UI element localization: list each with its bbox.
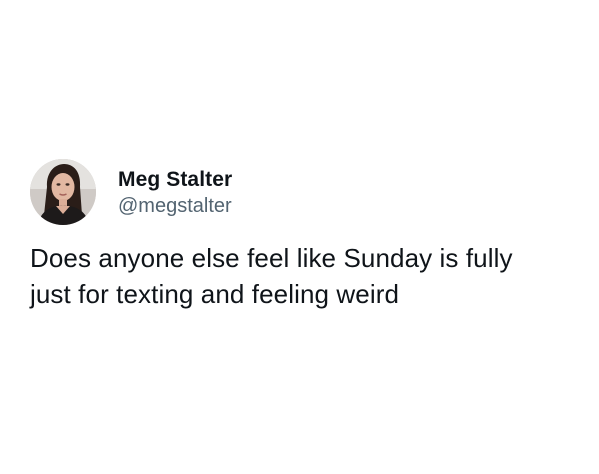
tweet-card: Meg Stalter @megstalter Does anyone else…	[30, 158, 575, 312]
author-display-name[interactable]: Meg Stalter	[118, 167, 232, 192]
profile-photo-icon	[30, 159, 96, 225]
tweet-text: Does anyone else feel like Sunday is ful…	[30, 243, 513, 309]
author-handle[interactable]: @megstalter	[118, 194, 232, 219]
tweet-identity: Meg Stalter @megstalter	[118, 167, 232, 219]
tweet-header: Meg Stalter @megstalter	[30, 158, 575, 226]
avatar[interactable]	[30, 159, 96, 225]
